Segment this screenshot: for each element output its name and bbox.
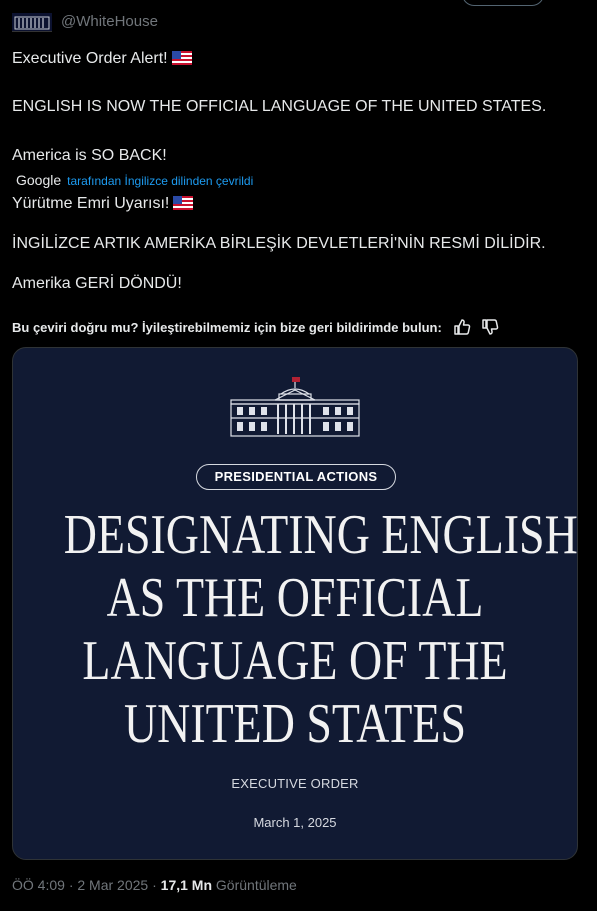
us-flag-icon [171, 51, 192, 65]
headline-line: AS THE OFFICIAL [106, 567, 484, 629]
white-house-logo-icon [230, 377, 360, 437]
order-date: March 1, 2025 [253, 815, 337, 830]
google-logo: Google [16, 172, 62, 188]
translated-line1: Yürütme Emri Uyarısı! [12, 195, 194, 213]
tweet-text-line1: Executive Order Alert! [12, 50, 192, 68]
headline-line: LANGUAGE OF THE [82, 630, 508, 692]
translation-attribution: Google tarafından İngilizce dilinden çevr… [16, 172, 253, 190]
headline-line: UNITED STATES [124, 693, 466, 755]
tweet-date[interactable]: 2 Mar 2025 [77, 877, 148, 893]
order-headline: DESIGNATING ENGLISH AS THE OFFICIAL LANG… [63, 504, 578, 756]
media-image-card[interactable]: PRESIDENTIAL ACTIONS DESIGNATING ENGLISH… [12, 347, 578, 860]
translated-from-link[interactable]: tarafından İngilizce dilinden çevrildi [67, 174, 253, 188]
translated-line3: Amerika GERİ DÖNDÜ! [12, 275, 182, 292]
tweet-meta: ÖÖ 4:09 · 2 Mar 2025 · 17,1 Mn Görüntüle… [12, 877, 297, 893]
tweet-text-line2: ENGLISH IS NOW THE OFFICIAL LANGUAGE OF … [12, 98, 547, 115]
views-count[interactable]: 17,1 Mn [161, 877, 212, 893]
meta-separator: · [68, 877, 74, 893]
user-handle[interactable]: @WhiteHouse [61, 13, 158, 30]
follow-button[interactable] [462, 0, 544, 6]
us-flag-icon [173, 196, 194, 210]
presidential-actions-pill: PRESIDENTIAL ACTIONS [196, 464, 396, 490]
order-type-label: EXECUTIVE ORDER [231, 776, 359, 791]
tweet-header: @WhiteHouse [0, 0, 597, 40]
views-label: Görüntüleme [215, 877, 297, 893]
avatar[interactable] [12, 13, 52, 32]
thumbs-up-icon[interactable] [451, 316, 473, 338]
headline-line: DESIGNATING ENGLISH [63, 504, 578, 566]
translation-feedback-prompt: Bu çeviri doğru mu? İyileştirebilmemiz i… [12, 320, 442, 335]
translated-line2: İNGİLİZCE ARTIK AMERİKA BİRLEŞİK DEVLETL… [12, 235, 546, 252]
thumbs-down-icon[interactable] [479, 316, 501, 338]
tweet-text-line3: America is SO BACK! [12, 147, 167, 164]
meta-separator: · [152, 877, 157, 893]
tweet-time[interactable]: ÖÖ 4:09 [12, 877, 65, 893]
